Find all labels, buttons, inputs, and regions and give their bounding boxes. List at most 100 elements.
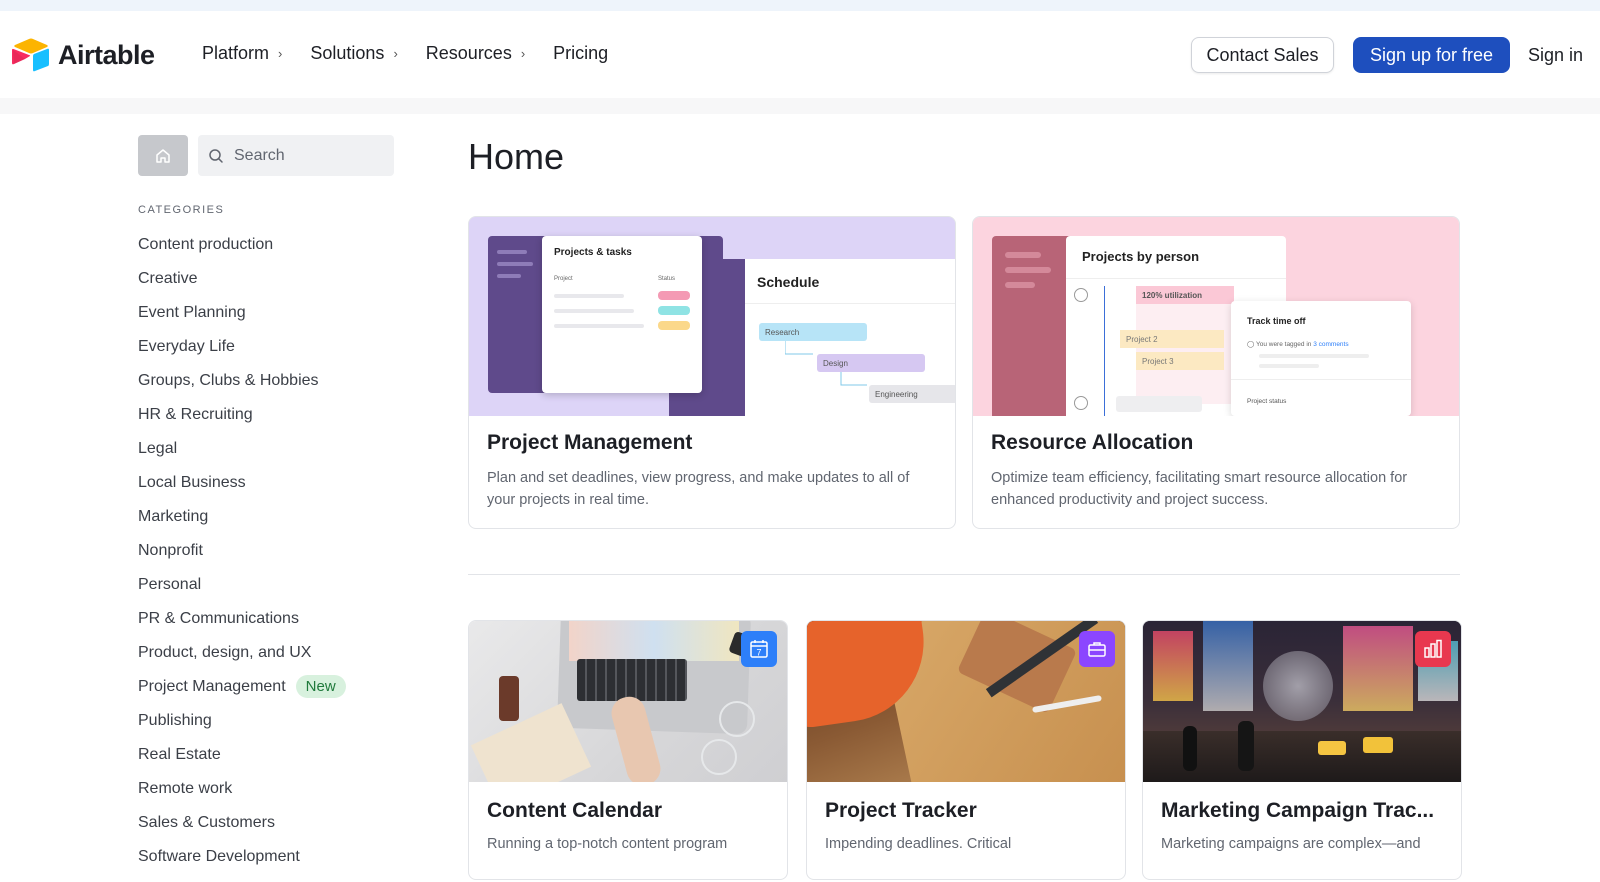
nav-solutions[interactable]: Solutions › bbox=[310, 43, 397, 64]
project-management-illustration: Projects & tasks Project Status Schedule… bbox=[469, 217, 955, 416]
nav-resources[interactable]: Resources › bbox=[426, 43, 525, 64]
category-item[interactable]: Legal bbox=[138, 440, 346, 474]
category-item[interactable]: Everyday Life bbox=[138, 338, 346, 372]
airtable-logo-icon bbox=[12, 38, 49, 72]
tagged-text: You were tagged in bbox=[1255, 341, 1314, 348]
category-label: Project Management bbox=[138, 678, 286, 695]
sign-in-link[interactable]: Sign in bbox=[1528, 45, 1583, 66]
category-label: Personal bbox=[138, 576, 202, 593]
contact-sales-button[interactable]: Contact Sales bbox=[1191, 37, 1334, 73]
project-bar: Project 3 bbox=[1136, 352, 1224, 370]
categories-heading: CATEGORIES bbox=[138, 204, 225, 216]
search-box[interactable] bbox=[198, 135, 394, 176]
category-item[interactable]: Publishing bbox=[138, 712, 346, 746]
nav-platform[interactable]: Platform › bbox=[202, 43, 282, 64]
card-title: Resource Allocation bbox=[991, 431, 1194, 454]
home-button[interactable] bbox=[138, 135, 188, 176]
nav-pricing-label: Pricing bbox=[553, 43, 609, 63]
category-item[interactable]: Groups, Clubs & Hobbies bbox=[138, 372, 346, 406]
track-time-off-title: Track time off bbox=[1247, 316, 1306, 326]
category-item[interactable]: PR & Communications bbox=[138, 610, 346, 644]
project-tracker-photo bbox=[807, 621, 1125, 782]
category-list: Content production Creative Event Planni… bbox=[138, 236, 346, 882]
category-label: Creative bbox=[138, 270, 198, 287]
marketing-campaign-photo bbox=[1143, 621, 1461, 782]
project-status-label: Project status bbox=[1247, 398, 1287, 405]
chevron-right-icon: › bbox=[520, 46, 526, 61]
featured-card-resource-allocation[interactable]: Projects by person 120% utilization Proj… bbox=[972, 216, 1460, 529]
calendar-icon-day: 7 bbox=[756, 648, 761, 658]
site-header: Airtable Platform › Solutions › Resource… bbox=[0, 11, 1600, 98]
gantt-step: Research bbox=[759, 323, 867, 341]
category-item[interactable]: Sales & Customers bbox=[138, 814, 346, 848]
category-label: PR & Communications bbox=[138, 610, 299, 627]
category-label: Local Business bbox=[138, 474, 246, 491]
category-item[interactable]: Local Business bbox=[138, 474, 346, 508]
project-column-label: Project bbox=[554, 276, 573, 282]
category-label: Real Estate bbox=[138, 746, 221, 763]
status-column-label: Status bbox=[658, 276, 676, 282]
content-calendar-photo bbox=[469, 621, 787, 782]
category-label: Software Development bbox=[138, 848, 300, 865]
sign-up-button[interactable]: Sign up for free bbox=[1353, 37, 1510, 73]
category-label: Event Planning bbox=[138, 304, 246, 321]
category-label: Sales & Customers bbox=[138, 814, 275, 831]
tagged-note: ◯ You were tagged in 3 comments bbox=[1247, 341, 1349, 348]
category-label: Publishing bbox=[138, 712, 212, 729]
category-item[interactable]: Real Estate bbox=[138, 746, 346, 780]
category-item[interactable]: Marketing bbox=[138, 508, 346, 542]
chevron-right-icon: › bbox=[393, 46, 398, 61]
category-label: Nonprofit bbox=[138, 542, 203, 559]
category-label: Groups, Clubs & Hobbies bbox=[138, 372, 319, 389]
template-card-content-calendar[interactable]: 7 Content Calendar Running a top-notch c… bbox=[468, 620, 788, 880]
category-label: Content production bbox=[138, 236, 274, 253]
airtable-logo[interactable]: Airtable bbox=[12, 38, 155, 72]
section-divider bbox=[468, 574, 1460, 575]
category-label: Everyday Life bbox=[138, 338, 235, 355]
card-description: Impending deadlines. Critical bbox=[825, 836, 1012, 852]
top-strip bbox=[0, 0, 1600, 11]
header-shadow-bar bbox=[0, 98, 1600, 114]
category-item[interactable]: Remote work bbox=[138, 780, 346, 814]
schedule-title: Schedule bbox=[757, 274, 820, 290]
card-description: Running a top-notch content program bbox=[487, 836, 728, 852]
tagged-link: 3 comments bbox=[1313, 341, 1349, 348]
category-item[interactable]: Project Management New bbox=[138, 675, 346, 712]
category-label: Legal bbox=[138, 440, 178, 457]
card-title: Content Calendar bbox=[487, 799, 663, 822]
category-item[interactable]: Personal bbox=[138, 576, 346, 610]
category-item[interactable]: Nonprofit bbox=[138, 542, 346, 576]
nav-pricing[interactable]: Pricing bbox=[553, 43, 608, 64]
template-card-marketing-campaign[interactable]: Marketing Campaign Trac... Marketing cam… bbox=[1142, 620, 1462, 880]
nav-solutions-label: Solutions bbox=[310, 43, 385, 63]
category-item[interactable]: Software Development bbox=[138, 848, 346, 882]
category-item[interactable]: Content production bbox=[138, 236, 346, 270]
page-title: Home bbox=[468, 136, 565, 177]
bar-chart-icon bbox=[1415, 631, 1451, 667]
category-label: Product, design, and UX bbox=[138, 644, 312, 661]
search-input[interactable] bbox=[234, 146, 384, 165]
featured-card-project-management[interactable]: Projects & tasks Project Status Schedule… bbox=[468, 216, 956, 529]
card-description: Marketing campaigns are complex—and bbox=[1161, 836, 1421, 852]
card-description: Optimize team efficiency, facilitating s… bbox=[991, 470, 1408, 508]
nav-resources-label: Resources bbox=[425, 43, 512, 63]
calendar-icon: 7 bbox=[741, 631, 777, 667]
search-icon bbox=[209, 148, 223, 163]
chevron-right-icon: › bbox=[278, 46, 283, 61]
brand-name: Airtable bbox=[58, 39, 155, 70]
utilization-bar: 120% utilization bbox=[1136, 286, 1234, 304]
category-item[interactable]: Creative bbox=[138, 270, 346, 304]
category-label: HR & Recruiting bbox=[138, 406, 253, 423]
nav-platform-label: Platform bbox=[202, 43, 270, 63]
home-icon bbox=[156, 148, 170, 163]
category-item[interactable]: Product, design, and UX bbox=[138, 644, 346, 678]
category-label: Marketing bbox=[138, 508, 209, 525]
card-title: Marketing Campaign Trac... bbox=[1161, 799, 1435, 822]
projects-by-person-title: Projects by person bbox=[1082, 249, 1200, 264]
category-item[interactable]: Event Planning bbox=[138, 304, 346, 338]
project-bar: Project 2 bbox=[1120, 330, 1224, 348]
template-card-project-tracker[interactable]: Project Tracker Impending deadlines. Cri… bbox=[806, 620, 1126, 880]
card-description: Plan and set deadlines, view progress, a… bbox=[487, 470, 910, 508]
new-badge: New bbox=[295, 675, 346, 698]
category-item[interactable]: HR & Recruiting bbox=[138, 406, 346, 440]
